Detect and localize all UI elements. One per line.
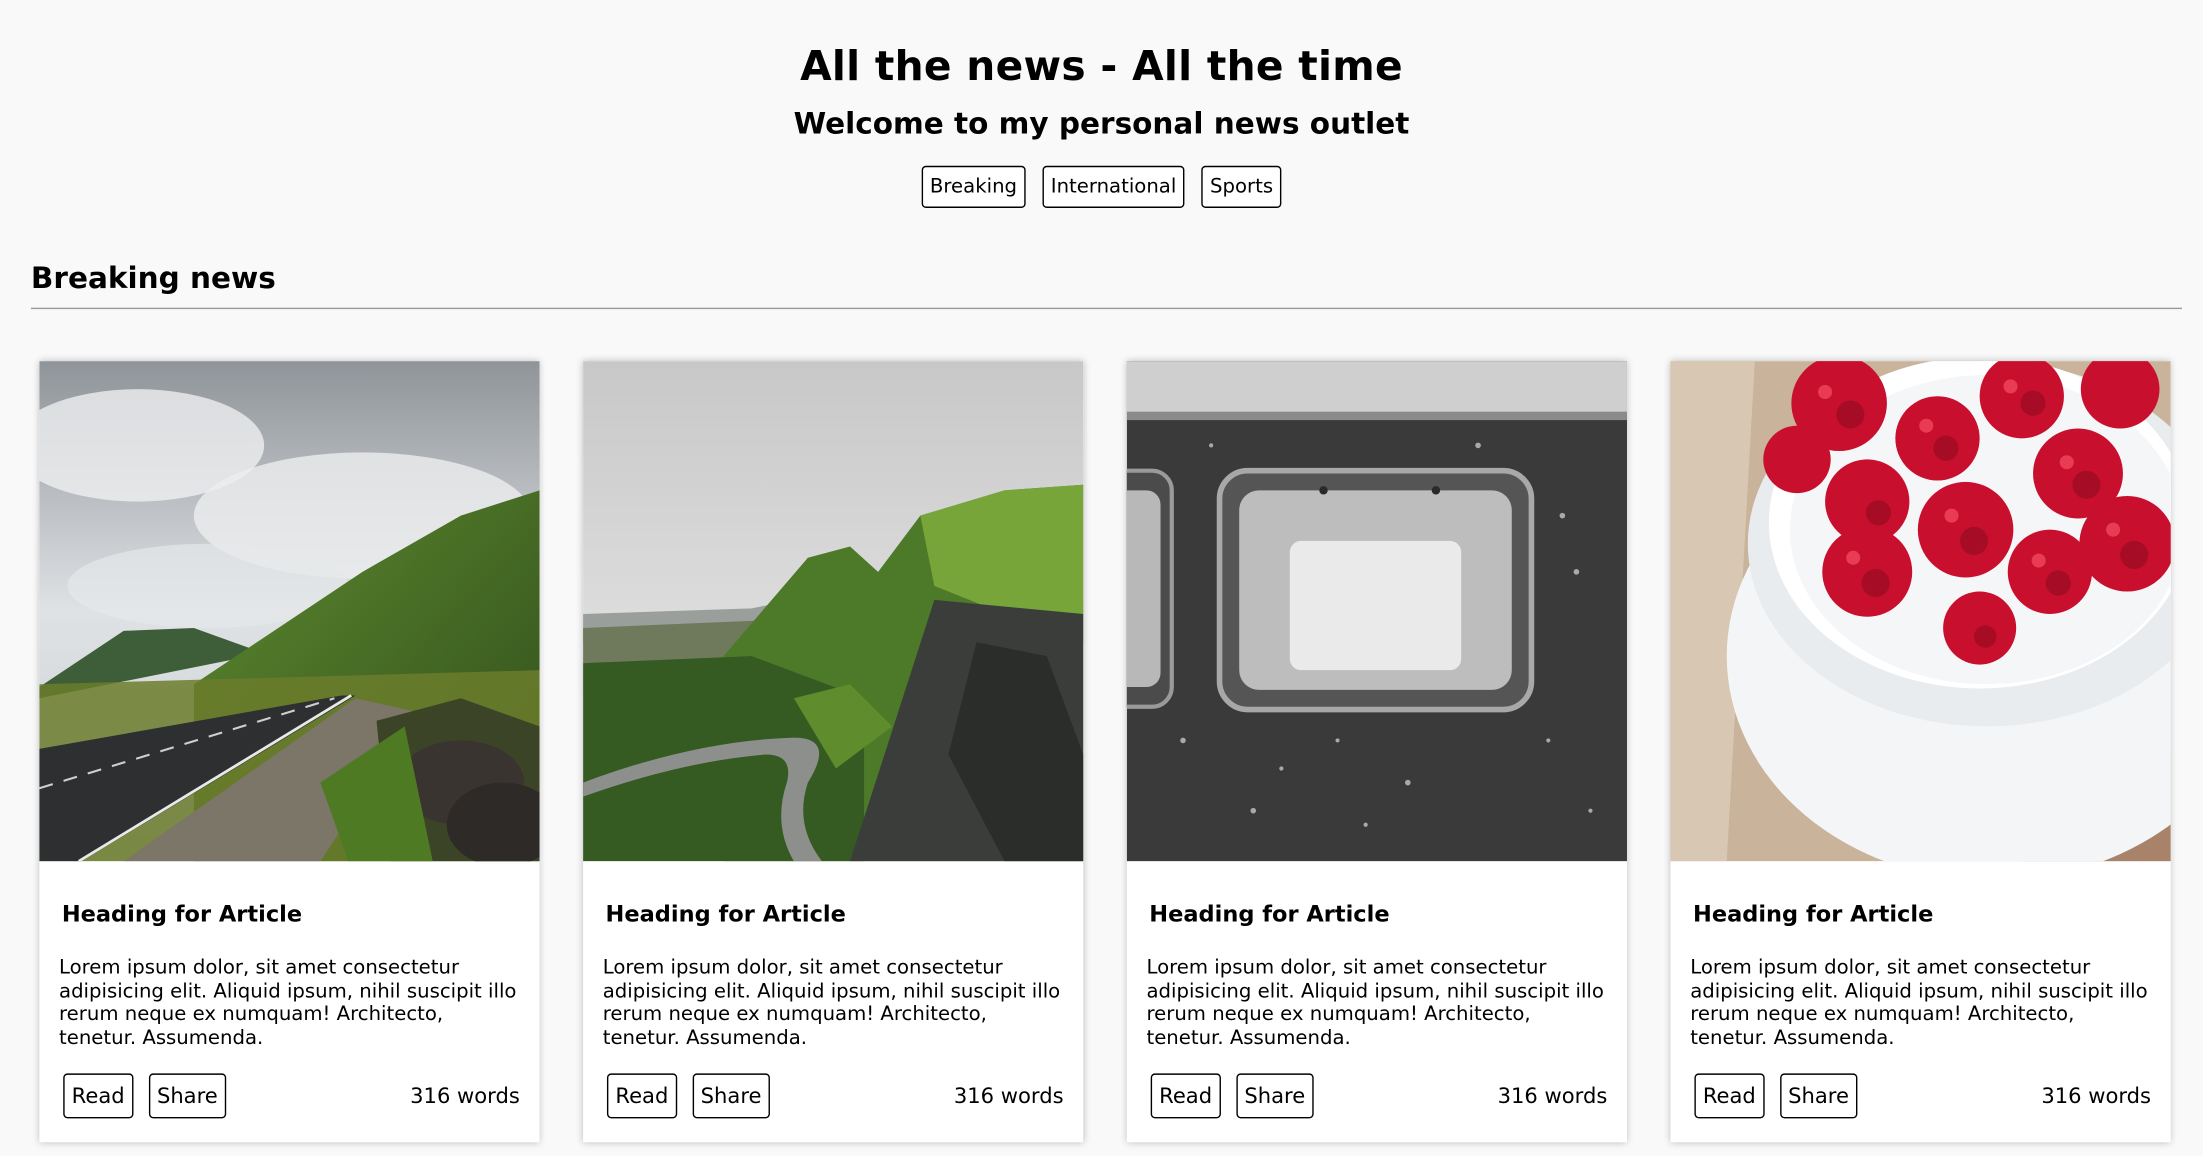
valley-road-photo [583, 361, 1084, 862]
article-cards: Heading for Article Lorem ipsum dolor, s… [39, 361, 2171, 1143]
raspberries-bowl-photo [1670, 361, 2171, 862]
read-button[interactable]: Read [63, 1073, 134, 1119]
section-divider [30, 307, 2182, 310]
share-button[interactable]: Share [1779, 1073, 1858, 1119]
article-heading: Heading for Article [605, 900, 846, 928]
word-count: 316 words [2041, 1083, 2152, 1109]
article-card: Heading for Article Lorem ipsum dolor, s… [583, 361, 1084, 1143]
breaking-news-section: Breaking news [30, 259, 2182, 310]
train-window-photo [1126, 361, 1627, 862]
article-text: Lorem ipsum dolor, sit amet consectetur … [1146, 956, 1604, 1049]
share-button[interactable]: Share [148, 1073, 227, 1119]
international-button[interactable]: International [1042, 165, 1185, 208]
article-card: Heading for Article Lorem ipsum dolor, s… [1670, 361, 2171, 1143]
page: All the news - All the time Welcome to m… [0, 0, 2203, 1156]
word-count: 316 words [953, 1083, 1064, 1109]
card-footer: Read Share 316 words [63, 1073, 520, 1119]
article-text: Lorem ipsum dolor, sit amet consectetur … [602, 956, 1061, 1049]
mountain-road-photo [39, 361, 540, 862]
article-heading: Heading for Article [1693, 900, 1934, 928]
card-footer: Read Share 316 words [1150, 1073, 1608, 1119]
category-nav: Breaking International Sports [0, 165, 2203, 208]
article-heading: Heading for Article [1149, 900, 1390, 928]
read-button[interactable]: Read [606, 1073, 677, 1119]
article-text: Lorem ipsum dolor, sit amet consectetur … [59, 956, 517, 1049]
page-title: All the news - All the time [800, 42, 1403, 90]
article-card: Heading for Article Lorem ipsum dolor, s… [39, 361, 540, 1143]
page-header: All the news - All the time Welcome to m… [0, 0, 2203, 208]
article-card: Heading for Article Lorem ipsum dolor, s… [1126, 361, 1627, 1143]
share-button[interactable]: Share [1235, 1073, 1314, 1119]
word-count: 316 words [1497, 1083, 1608, 1109]
section-title: Breaking news [30, 261, 276, 296]
sports-button[interactable]: Sports [1201, 165, 1282, 208]
share-button[interactable]: Share [692, 1073, 770, 1119]
word-count: 316 words [410, 1083, 520, 1109]
card-footer: Read Share 316 words [606, 1073, 1064, 1119]
article-text: Lorem ipsum dolor, sit amet consectetur … [1690, 956, 2148, 1049]
read-button[interactable]: Read [1150, 1073, 1221, 1119]
card-footer: Read Share 316 words [1694, 1073, 2152, 1119]
article-heading: Heading for Article [61, 900, 303, 928]
page-subtitle: Welcome to my personal news outlet [793, 106, 1410, 141]
breaking-button[interactable]: Breaking [921, 165, 1026, 208]
read-button[interactable]: Read [1694, 1073, 1765, 1119]
